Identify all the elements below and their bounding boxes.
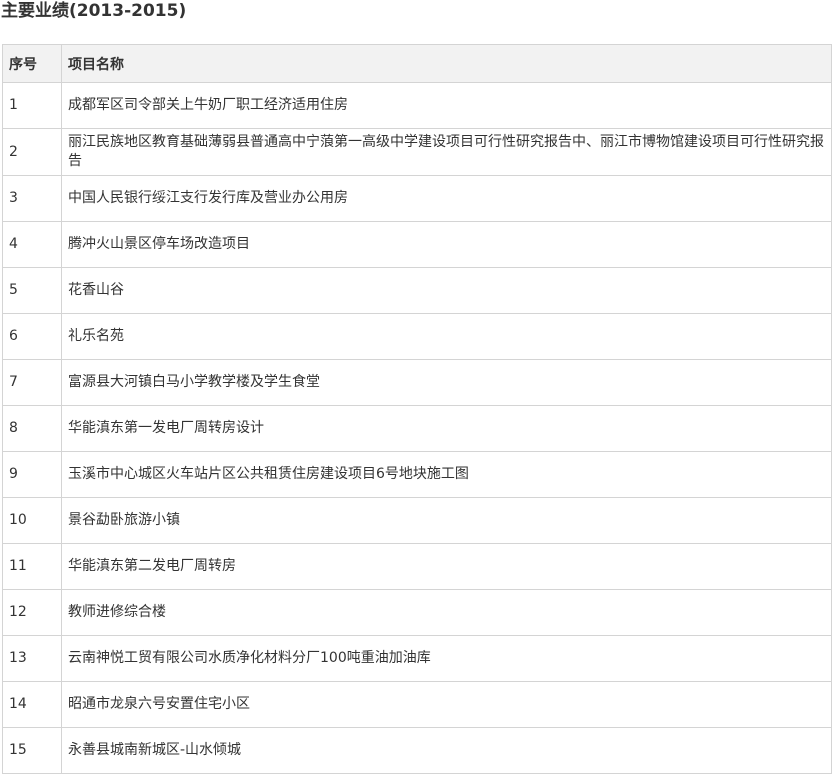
- table-row: 15 永善县城南新城区-山水倾城: [2, 727, 832, 774]
- project-name: 丽江民族地区教育基础薄弱县普通高中宁蒗第一高级中学建设项目可行性研究报告中、丽江…: [61, 128, 832, 176]
- row-number: 4: [2, 221, 62, 268]
- project-name: 腾冲火山景区停车场改造项目: [61, 221, 832, 268]
- project-name: 富源县大河镇白马小学教学楼及学生食堂: [61, 359, 832, 406]
- column-header-name: 项目名称: [61, 44, 832, 83]
- row-number: 7: [2, 359, 62, 406]
- row-number: 12: [2, 589, 62, 636]
- row-number: 6: [2, 313, 62, 360]
- table-row: 8 华能滇东第一发电厂周转房设计: [2, 405, 832, 452]
- row-number: 14: [2, 681, 62, 728]
- table-row: 2 丽江民族地区教育基础薄弱县普通高中宁蒗第一高级中学建设项目可行性研究报告中、…: [2, 128, 832, 176]
- table-row: 14 昭通市龙泉六号安置住宅小区: [2, 681, 832, 728]
- row-number: 2: [2, 128, 62, 176]
- row-number: 3: [2, 175, 62, 222]
- page-title: 主要业绩(2013-2015): [1, 1, 187, 21]
- row-number: 5: [2, 267, 62, 314]
- column-header-no: 序号: [2, 44, 62, 83]
- project-name: 永善县城南新城区-山水倾城: [61, 727, 832, 774]
- project-name: 华能滇东第一发电厂周转房设计: [61, 405, 832, 452]
- row-number: 1: [2, 82, 62, 129]
- project-name: 云南神悦工贸有限公司水质净化材料分厂100吨重油加油库: [61, 635, 832, 682]
- project-name: 昭通市龙泉六号安置住宅小区: [61, 681, 832, 728]
- table-row: 3 中国人民银行绥江支行发行库及营业办公用房: [2, 175, 832, 222]
- row-number: 13: [2, 635, 62, 682]
- row-number: 15: [2, 727, 62, 774]
- project-name: 礼乐名苑: [61, 313, 832, 360]
- table-row: 10 景谷勐卧旅游小镇: [2, 497, 832, 544]
- project-name: 成都军区司令部关上牛奶厂职工经济适用住房: [61, 82, 832, 129]
- table-row: 9 玉溪市中心城区火车站片区公共租赁住房建设项目6号地块施工图: [2, 451, 832, 498]
- table-row: 12 教师进修综合楼: [2, 589, 832, 636]
- row-number: 11: [2, 543, 62, 590]
- project-name: 花香山谷: [61, 267, 832, 314]
- achievements-table: 序号 项目名称 1 成都军区司令部关上牛奶厂职工经济适用住房 2 丽江民族地区教…: [2, 44, 832, 774]
- project-name: 中国人民银行绥江支行发行库及营业办公用房: [61, 175, 832, 222]
- project-name: 教师进修综合楼: [61, 589, 832, 636]
- project-name: 华能滇东第二发电厂周转房: [61, 543, 832, 590]
- table-row: 4 腾冲火山景区停车场改造项目: [2, 221, 832, 268]
- table-row: 11 华能滇东第二发电厂周转房: [2, 543, 832, 590]
- table-row: 7 富源县大河镇白马小学教学楼及学生食堂: [2, 359, 832, 406]
- table-row: 5 花香山谷: [2, 267, 832, 314]
- table-row: 13 云南神悦工贸有限公司水质净化材料分厂100吨重油加油库: [2, 635, 832, 682]
- table-row: 6 礼乐名苑: [2, 313, 832, 360]
- row-number: 10: [2, 497, 62, 544]
- table-header-row: 序号 项目名称: [2, 44, 832, 83]
- row-number: 8: [2, 405, 62, 452]
- row-number: 9: [2, 451, 62, 498]
- project-name: 景谷勐卧旅游小镇: [61, 497, 832, 544]
- project-name: 玉溪市中心城区火车站片区公共租赁住房建设项目6号地块施工图: [61, 451, 832, 498]
- table-row: 1 成都军区司令部关上牛奶厂职工经济适用住房: [2, 82, 832, 129]
